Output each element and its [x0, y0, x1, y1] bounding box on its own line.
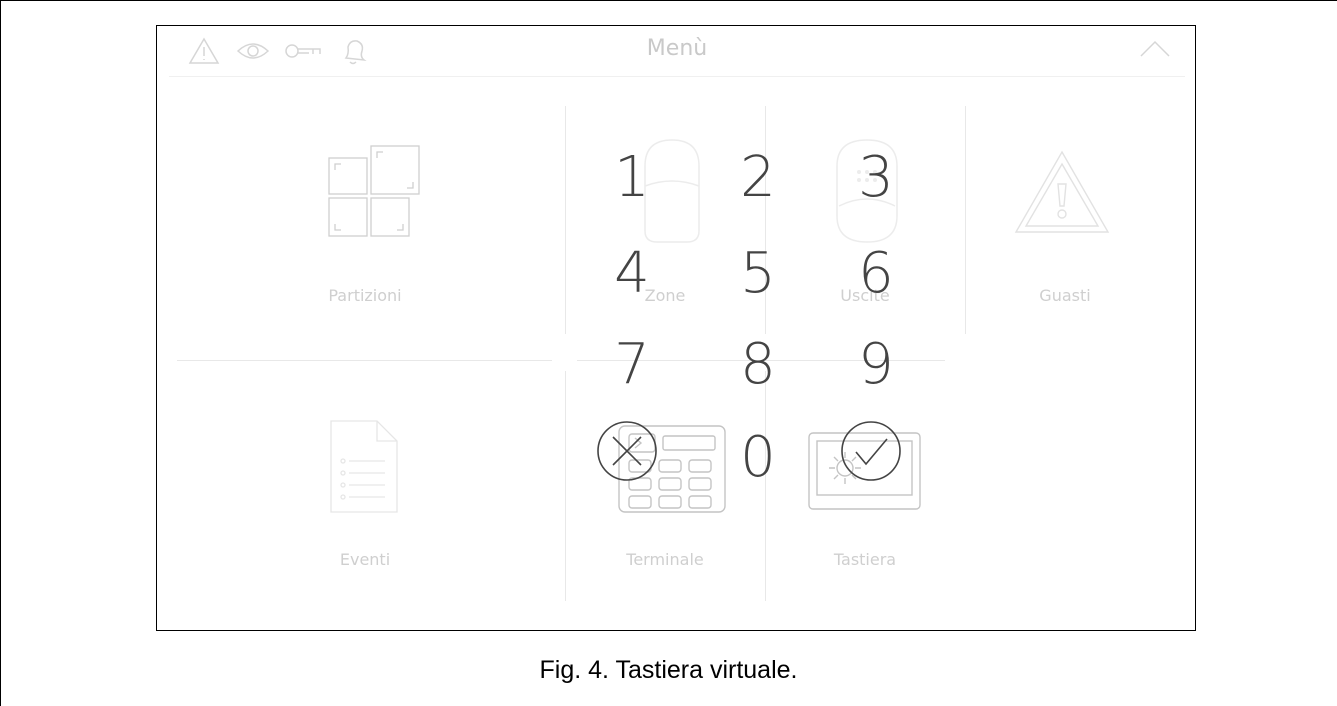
key-6[interactable]: 6 — [821, 239, 931, 309]
key-5[interactable]: 5 — [703, 239, 813, 309]
keypad-screen: Menù Partizioni Zone Uscite Guasti Event… — [156, 25, 1196, 631]
key-7[interactable]: 7 — [577, 330, 687, 400]
chevron-up-icon[interactable] — [1137, 34, 1173, 64]
page-left-rule — [0, 0, 1, 706]
grid-divider — [177, 360, 552, 361]
figure-caption: Fig. 4. Tastiera virtuale. — [539, 656, 798, 684]
key-8[interactable]: 8 — [703, 330, 813, 400]
check-circle-icon[interactable] — [839, 419, 903, 483]
key-1[interactable]: 1 — [577, 143, 687, 213]
partitions-icon[interactable] — [327, 144, 422, 239]
key-4[interactable]: 4 — [577, 239, 687, 309]
cancel-circle-icon[interactable] — [595, 419, 659, 483]
tile-guasti-label[interactable]: Guasti — [965, 286, 1165, 305]
key-0[interactable]: 0 — [703, 423, 813, 493]
key-3[interactable]: 3 — [821, 143, 931, 213]
tile-eventi-label[interactable]: Eventi — [265, 550, 465, 569]
events-document-icon[interactable] — [329, 419, 399, 514]
key-2[interactable]: 2 — [703, 143, 813, 213]
tile-terminale-label[interactable]: Terminale — [565, 550, 765, 569]
page-top-rule — [0, 0, 1337, 1]
tile-partizioni-label[interactable]: Partizioni — [265, 286, 465, 305]
menu-title: Menù — [646, 36, 708, 61]
header-divider — [169, 76, 1185, 77]
tile-tastiera-label[interactable]: Tastiera — [765, 550, 965, 569]
fault-warning-icon[interactable] — [1012, 148, 1112, 238]
key-9[interactable]: 9 — [821, 330, 931, 400]
